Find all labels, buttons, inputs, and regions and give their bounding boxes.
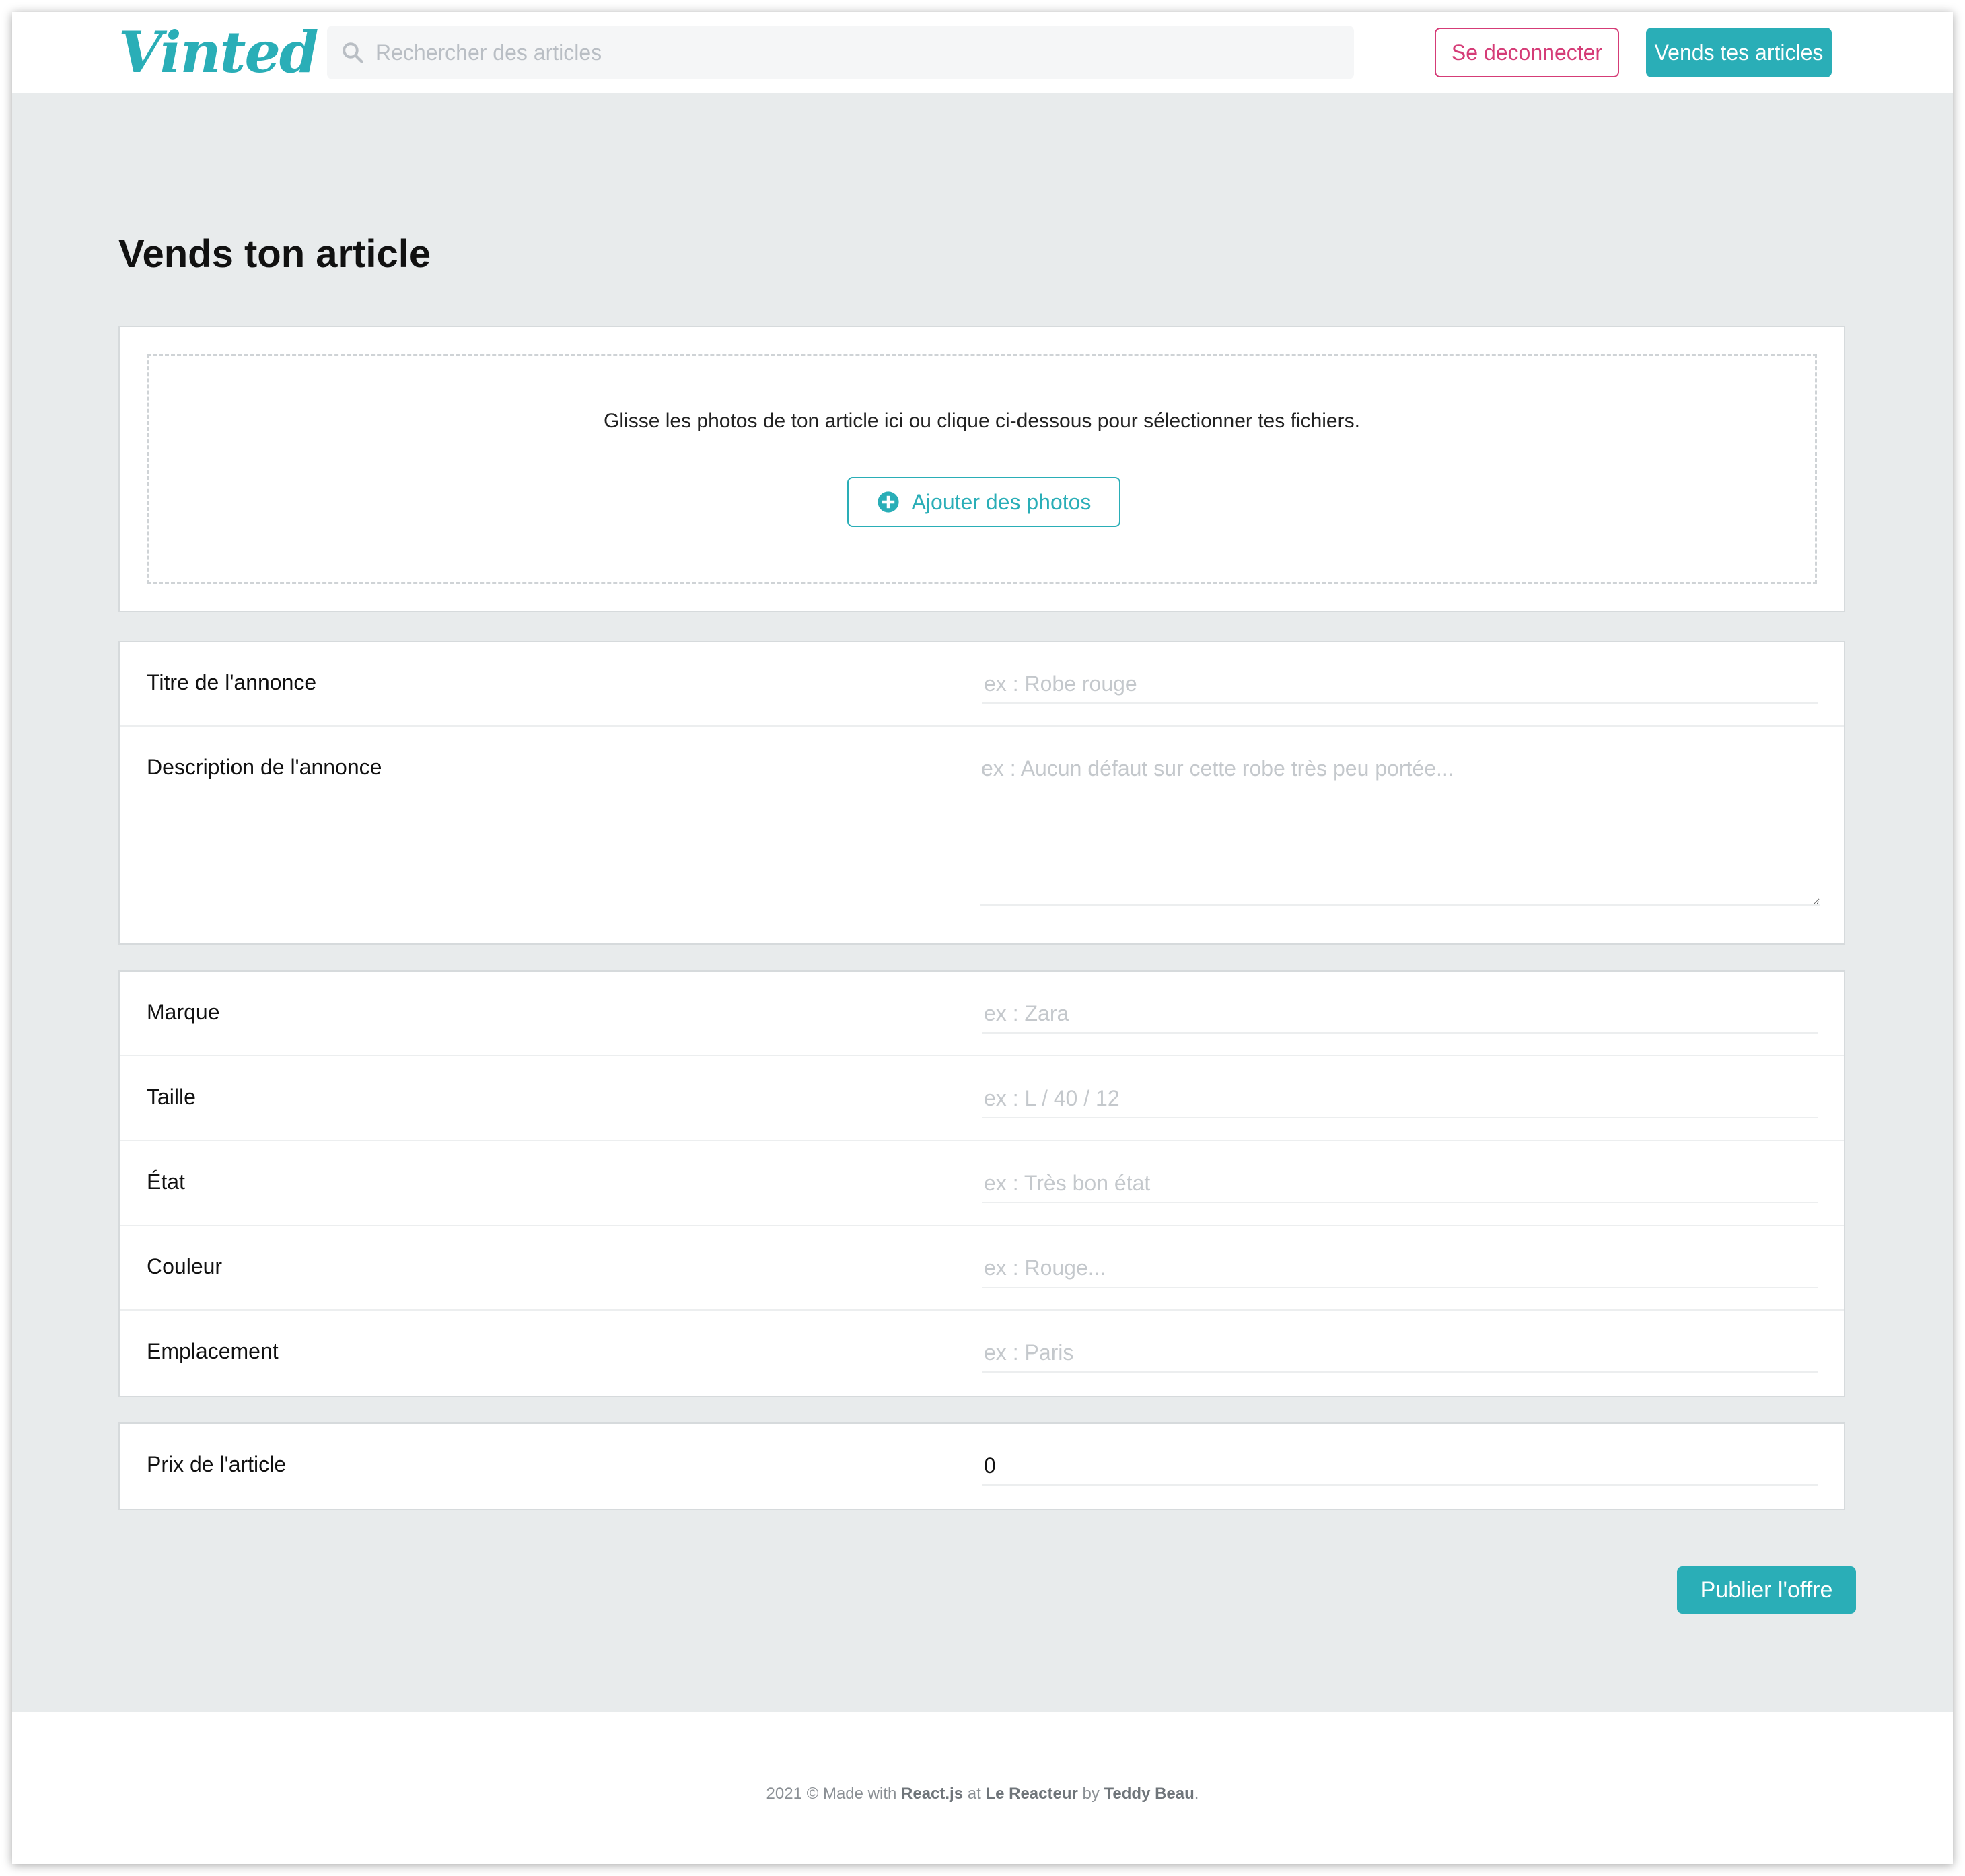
- search-bar[interactable]: [327, 26, 1354, 79]
- description-label: Description de l'annonce: [147, 755, 382, 779]
- search-input[interactable]: [376, 26, 1338, 79]
- color-row: Couleur: [120, 1226, 1844, 1311]
- photos-card: Glisse les photos de ton article ici ou …: [118, 326, 1845, 612]
- footer-credits: 2021 © Made with React.js at Le Reacteur…: [12, 1784, 1953, 1803]
- header: Vinted Se deconnecter Vends tes articles: [12, 12, 1953, 93]
- condition-input[interactable]: [982, 1164, 1818, 1203]
- add-photos-button[interactable]: Ajouter des photos: [847, 477, 1120, 527]
- listing-details-card: Titre de l'annonce Description de l'anno…: [118, 641, 1845, 945]
- footer-suffix: .: [1194, 1784, 1199, 1803]
- color-label: Couleur: [147, 1254, 223, 1278]
- browser-window: Vinted Se deconnecter Vends tes articles…: [12, 12, 1953, 1864]
- price-card: Prix de l'article: [118, 1422, 1845, 1510]
- footer-by: by: [1077, 1784, 1104, 1803]
- add-photos-label: Ajouter des photos: [911, 489, 1092, 514]
- publish-button[interactable]: Publier l'offre: [1677, 1566, 1856, 1614]
- color-input[interactable]: [982, 1249, 1818, 1288]
- photo-dropzone[interactable]: Glisse les photos de ton article ici ou …: [147, 354, 1817, 584]
- main-content: Vends ton article Glisse les photos de t…: [12, 93, 1953, 1712]
- title-row: Titre de l'annonce: [120, 642, 1844, 727]
- size-row: Taille: [120, 1056, 1844, 1141]
- price-label: Prix de l'article: [147, 1452, 287, 1476]
- footer-at: at: [963, 1784, 986, 1803]
- size-input[interactable]: [982, 1079, 1818, 1118]
- plus-circle-icon: [877, 491, 899, 513]
- title-label: Titre de l'annonce: [147, 670, 317, 694]
- location-label: Emplacement: [147, 1339, 279, 1363]
- footer-prefix: 2021 © Made with: [766, 1784, 902, 1803]
- price-input[interactable]: [982, 1447, 1818, 1486]
- search-icon: [343, 42, 363, 63]
- location-row: Emplacement: [120, 1311, 1844, 1396]
- dropzone-instruction: Glisse les photos de ton article ici ou …: [604, 410, 1360, 432]
- sell-items-button[interactable]: Vends tes articles: [1646, 28, 1832, 77]
- logout-button[interactable]: Se deconnecter: [1435, 28, 1619, 77]
- footer-school-link[interactable]: Le Reacteur: [985, 1784, 1077, 1803]
- item-attributes-card: Marque Taille État Couleur Emplacement: [118, 970, 1845, 1397]
- footer-author-link[interactable]: Teddy Beau: [1104, 1784, 1194, 1803]
- footer-tech-link[interactable]: React.js: [901, 1784, 963, 1803]
- condition-row: État: [120, 1141, 1844, 1226]
- footer: 2021 © Made with React.js at Le Reacteur…: [12, 1712, 1953, 1864]
- page-title: Vends ton article: [118, 232, 431, 276]
- brand-label: Marque: [147, 1000, 220, 1024]
- location-input[interactable]: [982, 1334, 1818, 1373]
- size-label: Taille: [147, 1085, 196, 1109]
- condition-label: État: [147, 1169, 185, 1194]
- price-row: Prix de l'article: [120, 1424, 1844, 1509]
- description-row: Description de l'annonce: [120, 727, 1844, 943]
- brand-input[interactable]: [982, 995, 1818, 1034]
- brand-row: Marque: [120, 972, 1844, 1056]
- description-textarea[interactable]: [980, 752, 1820, 906]
- vinted-logo[interactable]: Vinted: [118, 19, 319, 86]
- title-input[interactable]: [982, 665, 1818, 704]
